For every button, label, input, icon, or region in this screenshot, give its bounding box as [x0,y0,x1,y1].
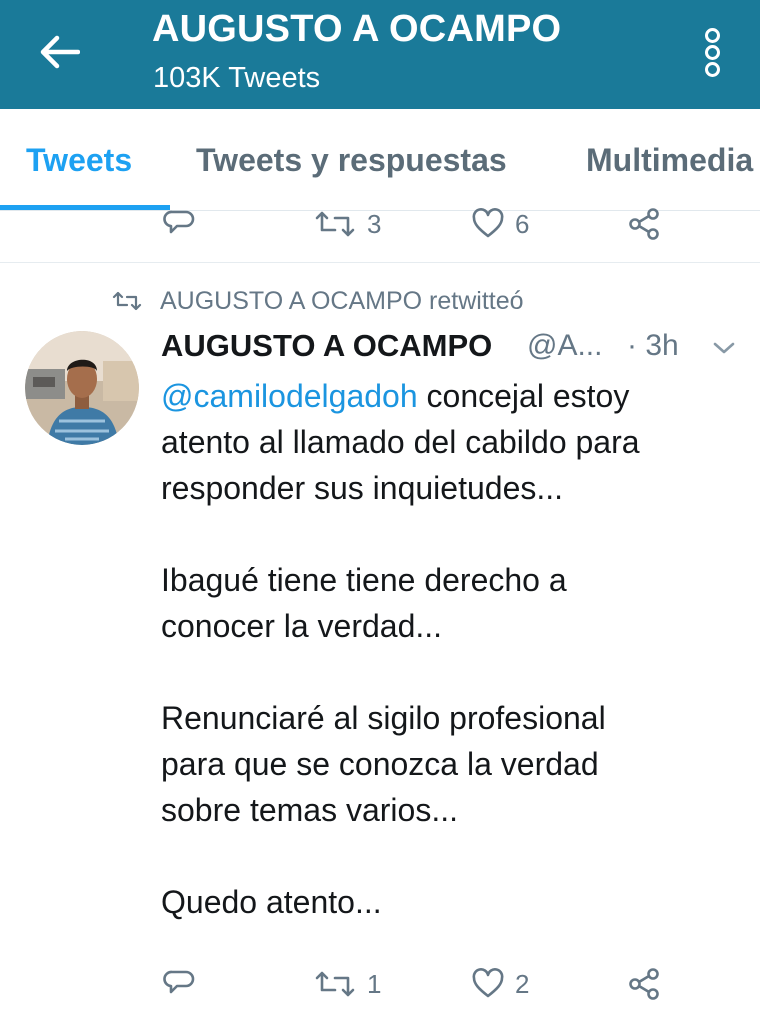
like-count: 2 [515,968,530,999]
more-vertical-icon [704,26,720,79]
tweet-divider [0,262,760,263]
heart-icon [472,208,504,238]
share-icon [629,208,659,240]
profile-tabs: Tweets Tweets y respuestas Multimedia [0,109,760,211]
retweet-icon [112,291,142,311]
retweet-count: 3 [367,208,382,239]
tweet-line: Ibagué tiene tiene derecho a [161,562,567,598]
tweet-line: conocer la verdad... [161,608,443,644]
previous-tweet-actions: 3 6 [0,204,760,244]
reply-button[interactable] [163,204,195,244]
reply-icon [163,210,195,234]
heart-icon [472,968,504,998]
mention-link[interactable]: @camilodelgadoh [161,378,418,414]
arrow-left-icon [40,35,80,69]
tweet-actions: 1 2 [0,964,760,1004]
share-button[interactable] [627,964,661,1004]
share-icon [629,968,659,1000]
tweet-header: AUGUSTO A OCAMPO @A... · 3h [161,328,741,368]
like-button[interactable]: 2 [471,964,529,1004]
retweet-count: 1 [367,968,382,999]
avatar[interactable] [25,331,139,445]
profile-photo [25,331,139,445]
retweet-context-label: AUGUSTO A OCAMPO retwitteó [160,286,524,315]
like-count: 6 [515,208,530,239]
retweet-button[interactable]: 1 [313,964,381,1004]
tweet-timestamp[interactable]: · 3h [627,329,679,363]
tweet-line: para que se conozca la verdad [161,746,599,782]
author-handle[interactable]: @A... [527,329,611,363]
profile-title: AUGUSTO A OCAMPO [152,8,562,50]
tweet-text: @camilodelgadoh concejal estoy atento al… [161,373,741,925]
retweet-context[interactable]: AUGUSTO A OCAMPO retwitteó [112,284,524,318]
tab-tweets-and-replies[interactable]: Tweets y respuestas [196,142,507,179]
reply-button[interactable] [163,964,195,1004]
retweet-icon [315,211,355,237]
tweet-options-button[interactable] [709,336,739,360]
more-options-button[interactable] [694,24,730,80]
back-button[interactable] [22,22,98,82]
app-bar: AUGUSTO A OCAMPO 103K Tweets [0,0,760,109]
tab-tweets[interactable]: Tweets [26,142,132,179]
reply-icon [163,970,195,994]
share-button[interactable] [627,204,661,244]
retweet-icon [315,971,355,997]
tweet-line: @camilodelgadoh concejal estoy [161,373,741,419]
tweet-line: Quedo atento... [161,884,382,920]
tweet-line: responder sus inquietudes... [161,470,564,506]
like-button[interactable]: 6 [471,204,529,244]
tweet-line: Renunciaré al sigilo profesional [161,700,606,736]
tweet-count: 103K Tweets [153,62,321,94]
chevron-down-icon [713,342,735,354]
tweet-line-text: concejal estoy [417,378,630,414]
author-name[interactable]: AUGUSTO A OCAMPO [161,328,492,364]
tab-media[interactable]: Multimedia [586,142,753,179]
retweet-button[interactable]: 3 [313,204,381,244]
tweet-line: atento al llamado del cabildo para [161,424,640,460]
tweet-line: sobre temas varios... [161,792,458,828]
